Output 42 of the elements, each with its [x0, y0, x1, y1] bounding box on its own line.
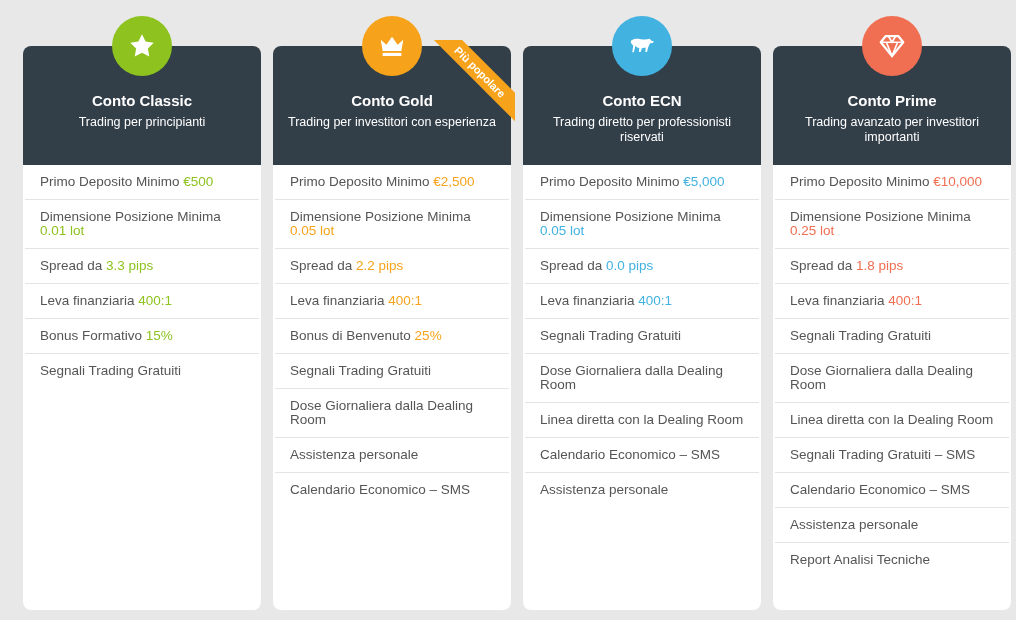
feature-text: Primo Deposito Minimo €5,000: [540, 175, 726, 189]
feature-text: Linea diretta con la Dealing Room: [790, 413, 995, 427]
plan-subtitle: Trading per investitori con esperienza: [287, 115, 497, 130]
feature-text: Leva finanziaria 400:1: [290, 294, 424, 308]
feature-text: Dose Giornaliera dalla Dealing Room: [790, 364, 975, 392]
feature-text: Dimensione Posizione Minima 0.05 lot: [290, 210, 472, 238]
feature-text: Primo Deposito Minimo €10,000: [790, 175, 984, 189]
feature-text: Segnali Trading Gratuiti – SMS: [790, 448, 977, 462]
feature-text: Calendario Economico – SMS: [290, 483, 472, 497]
feature-text: Dose Giornaliera dalla Dealing Room: [540, 364, 725, 392]
feature-text: Bonus Formativo 15%: [40, 329, 174, 343]
feature-text: Leva finanziaria 400:1: [40, 294, 174, 308]
feature-text: Calendario Economico – SMS: [540, 448, 722, 462]
plan-title: Conto Classic: [91, 92, 193, 109]
feature-text: Linea diretta con la Dealing Room: [540, 413, 745, 427]
feature-text: Segnali Trading Gratuiti: [540, 329, 683, 343]
feature-text: Spread da 0.0 pips: [540, 259, 655, 273]
feature-text: Dimensione Posizione Minima 0.05 lot: [540, 210, 722, 238]
plan-subtitle: Trading diretto per professionisti riservati: [551, 115, 733, 145]
plan-title: Conto Prime: [846, 92, 938, 109]
plan-title: Conto ECN: [601, 92, 683, 109]
feature-text: Calendario Economico – SMS: [790, 483, 972, 497]
feature-text: Spread da 2.2 pips: [290, 259, 405, 273]
feature-text: Spread da 3.3 pips: [40, 259, 155, 273]
feature-text: Assistenza personale: [540, 483, 670, 497]
feature-text: Assistenza personale: [790, 518, 920, 532]
feature-text: Primo Deposito Minimo €2,500: [290, 175, 476, 189]
plan-subtitle: Trading avanzato per investitori importanti: [804, 115, 980, 145]
feature-text: Segnali Trading Gratuiti: [40, 364, 183, 378]
feature-text: Spread da 1.8 pips: [790, 259, 905, 273]
feature-text: Dimensione Posizione Minima 0.25 lot: [790, 210, 972, 238]
feature-text: Segnali Trading Gratuiti: [790, 329, 933, 343]
feature-text: Dose Giornaliera dalla Dealing Room: [290, 399, 475, 427]
feature-text: Leva finanziaria 400:1: [540, 294, 674, 308]
feature-text: Report Analisi Tecniche: [790, 553, 932, 567]
plan-subtitle: Trading per principianti: [77, 115, 207, 130]
feature-text: Dimensione Posizione Minima 0.01 lot: [40, 210, 222, 238]
feature-text: Leva finanziaria 400:1: [790, 294, 924, 308]
feature-text: Segnali Trading Gratuiti: [290, 364, 433, 378]
feature-text: Assistenza personale: [290, 448, 420, 462]
feature-text: Primo Deposito Minimo €500: [40, 175, 215, 189]
feature-text: Bonus di Benvenuto 25%: [290, 329, 443, 343]
